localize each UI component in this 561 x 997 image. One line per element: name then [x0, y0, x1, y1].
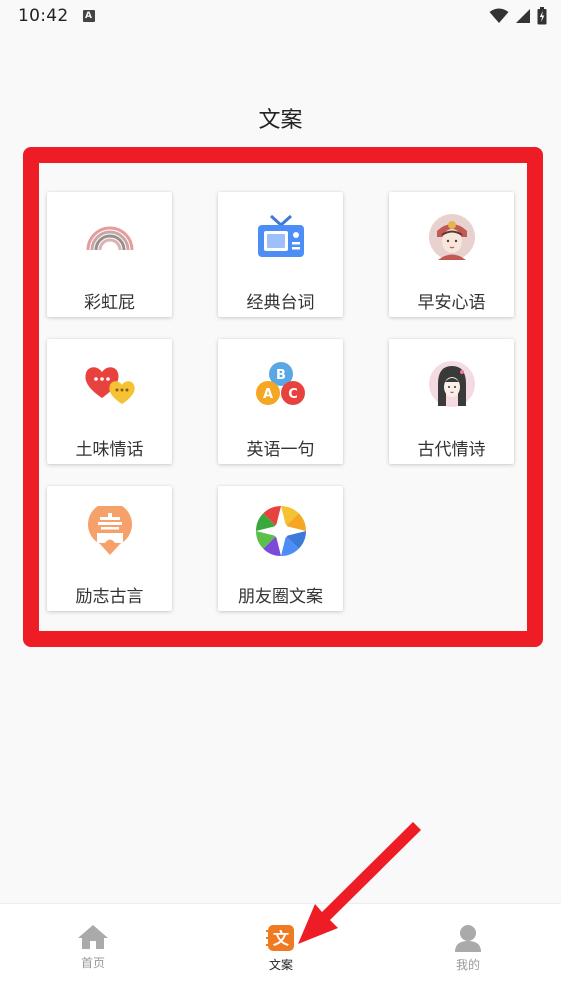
home-icon — [78, 925, 108, 949]
category-label: 励志古言 — [75, 587, 144, 607]
nav-mine[interactable]: 我的 — [408, 924, 528, 973]
category-label: 古代情诗 — [417, 440, 486, 460]
rainbow-icon — [83, 210, 137, 264]
category-moments-copy[interactable]: 朋友圈文案 — [218, 486, 343, 611]
hearts-chat-icon — [83, 357, 137, 411]
category-label: 土味情话 — [75, 440, 144, 460]
nav-home[interactable]: 首页 — [33, 924, 153, 971]
svg-text:A: A — [262, 387, 272, 402]
category-label: 朋友圈文案 — [238, 587, 323, 607]
page-title: 文案 — [258, 108, 303, 133]
person-icon — [455, 925, 481, 952]
girl-avatar-icon — [425, 210, 479, 264]
category-label: 早安心语 — [417, 293, 486, 313]
bottom-nav: 首页 文 文案 我的 — [0, 903, 561, 997]
abc-balls-icon: B A C — [254, 357, 308, 411]
nav-wenan[interactable]: 文 文案 — [221, 924, 341, 973]
pavilion-icon — [83, 504, 137, 558]
wifi-icon — [489, 8, 509, 23]
status-time: 10:42 — [18, 6, 69, 26]
category-english-sentence[interactable]: B A C 英语一句 — [218, 339, 343, 464]
battery-icon — [537, 7, 547, 25]
signal-icon — [516, 9, 530, 23]
category-inspirational-quotes[interactable]: 励志古言 — [47, 486, 172, 611]
status-bar: 10:42 A — [0, 0, 561, 32]
status-icons — [489, 7, 547, 25]
category-rainbow[interactable]: 彩虹屁 — [47, 192, 172, 317]
category-cheesy-lines[interactable]: 土味情话 — [47, 339, 172, 464]
category-label: 英语一句 — [246, 440, 315, 460]
tv-icon — [254, 210, 308, 264]
category-ancient-poems[interactable]: 古代情诗 — [389, 339, 514, 464]
notification-a-icon: A — [82, 10, 95, 22]
svg-text:C: C — [288, 387, 298, 402]
wen-icon: 文 — [266, 925, 294, 951]
nav-label-mine: 我的 — [455, 958, 480, 972]
nav-label-wenan: 文案 — [268, 958, 293, 972]
nav-label-home: 首页 — [80, 956, 105, 970]
wen-glyph: 文 — [273, 929, 290, 948]
ancient-lady-icon — [425, 357, 479, 411]
category-morning-words[interactable]: 早安心语 — [389, 192, 514, 317]
category-label: 彩虹屁 — [84, 293, 135, 313]
category-classic-lines[interactable]: 经典台词 — [218, 192, 343, 317]
svg-text:B: B — [276, 368, 286, 383]
aperture-icon — [254, 504, 308, 558]
category-label: 经典台词 — [246, 293, 315, 313]
